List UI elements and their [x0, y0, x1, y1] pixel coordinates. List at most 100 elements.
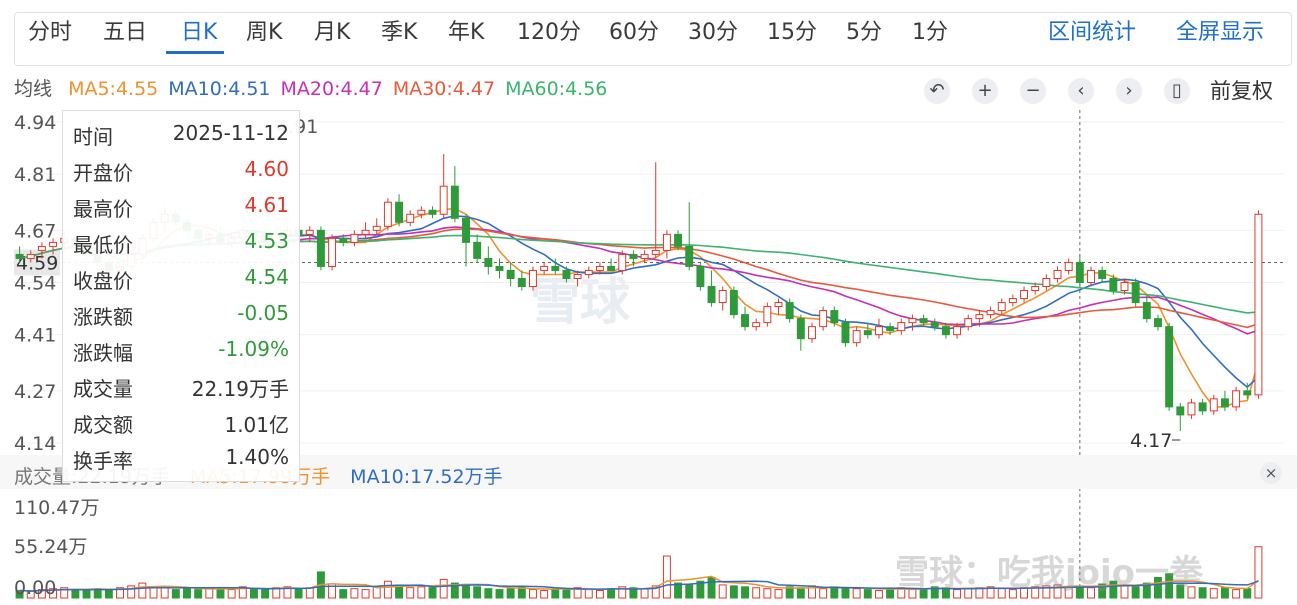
candle-body [1187, 402, 1196, 416]
candle-body [383, 201, 392, 227]
volume-bar [886, 588, 895, 599]
candle-body [1198, 402, 1207, 412]
volume-tick-label: 110.47万 [14, 497, 99, 519]
candle-body [729, 290, 738, 316]
volume-bar [685, 583, 694, 599]
candle-body [640, 253, 649, 259]
candle-body [328, 237, 337, 267]
candle-body [774, 302, 783, 308]
candle-body [997, 302, 1006, 312]
candle-body [874, 326, 883, 336]
price-tick-label: 4.41 [14, 325, 56, 347]
candle-body [662, 233, 671, 251]
volume-bar [607, 588, 616, 599]
volume-bar [138, 582, 147, 599]
tooltip-key: 成交额 [73, 413, 133, 437]
candle-body [49, 241, 58, 247]
volume-bar [372, 586, 381, 599]
volume-bar [841, 587, 850, 599]
candle-body [707, 286, 716, 304]
candle-body [975, 314, 984, 320]
volume-bar [741, 586, 749, 599]
tooltip-key: 涨跌额 [73, 305, 133, 329]
tooltip-row: 开盘价 4.60 [73, 151, 289, 187]
volume-bar [830, 586, 839, 599]
candle-body [1075, 261, 1084, 283]
volume-bar [729, 585, 738, 599]
volume-bar [819, 588, 828, 599]
volume-bar [506, 588, 515, 599]
tooltip-row: 成交量 22.19万手 [73, 367, 289, 403]
candle-body [595, 265, 604, 271]
price-tick-label: 4.54 [14, 273, 56, 295]
candle-body [852, 330, 861, 344]
candle-body [1098, 269, 1107, 279]
candle-body [1142, 302, 1151, 320]
volume-bar [71, 589, 80, 599]
candle-body [953, 326, 962, 336]
candle-body [439, 185, 448, 215]
candle-body [529, 269, 537, 288]
candle-body [1120, 282, 1129, 292]
volume-bar [1243, 588, 1252, 599]
tooltip-key: 成交量 [73, 377, 133, 401]
candle-body [651, 249, 660, 255]
tooltip-value: 4.60 [244, 157, 289, 181]
volume-tick-label: 0.00 [14, 577, 56, 599]
tooltip-key: 最低价 [73, 233, 133, 257]
tooltip-row: 换手率 1.40% [73, 439, 289, 475]
volume-bar [171, 589, 180, 599]
candle-body [361, 229, 370, 235]
candle-body [495, 265, 504, 271]
tooltip-key: 最高价 [73, 197, 133, 221]
tooltip-value: -0.05 [237, 301, 289, 325]
volume-bar [439, 578, 448, 599]
candle-body [607, 265, 616, 271]
volume-bar [1232, 589, 1241, 599]
tooltip-row: 涨跌额 -0.05 [73, 295, 289, 331]
candle-body [863, 330, 872, 336]
tooltip-row: 成交额 1.01亿 [73, 403, 289, 439]
volume-bar [350, 588, 359, 599]
candle-body [551, 265, 560, 271]
author-watermark: 雪球：吃我jojo一拳 [895, 553, 1204, 593]
candle-body [540, 265, 549, 271]
candle-body [785, 302, 794, 320]
volume-bar [495, 589, 504, 599]
volume-bar [383, 580, 392, 599]
candle-body [1042, 277, 1051, 288]
tooltip-key: 时间 [73, 125, 113, 149]
volume-bar [752, 587, 761, 599]
tooltip-value: 4.54 [244, 265, 289, 289]
close-volume-icon[interactable]: × [1260, 462, 1282, 484]
tooltip-key: 换手率 [73, 449, 133, 473]
candle-body [752, 322, 761, 328]
volume-bar [540, 590, 549, 599]
tooltip-value: 4.53 [244, 229, 289, 253]
volume-tick-label: 55.24万 [14, 536, 87, 558]
candle-body [886, 326, 895, 332]
volume-bar [551, 589, 560, 599]
candle-body [741, 314, 749, 328]
volume-bar [662, 555, 671, 599]
price-tick-label: 4.94 [14, 112, 56, 134]
candle-body [37, 245, 46, 251]
candle-body [964, 318, 973, 328]
tooltip-row: 涨跌幅 -1.09% [73, 331, 289, 367]
candle-body [1209, 398, 1218, 412]
candle-body [339, 237, 348, 243]
volume-bar [428, 587, 437, 599]
candle-tooltip: 时间 2025-11-12 开盘价 4.60 最高价 4.61 最低价 4.53 收盘价 4.54… [62, 110, 300, 482]
volume-bar [1254, 546, 1263, 599]
candle-body [908, 318, 917, 324]
candle-body [506, 269, 515, 279]
volume-bar [473, 586, 482, 599]
candle-body [15, 253, 24, 259]
candle-body [819, 310, 828, 328]
tooltip-value: 22.19万手 [191, 377, 289, 401]
volume-bar [261, 589, 270, 599]
volume-bar [417, 586, 426, 599]
tooltip-row: 收盘价 4.54 [73, 259, 289, 295]
candle-body [685, 245, 694, 267]
volume-bar [183, 588, 191, 599]
